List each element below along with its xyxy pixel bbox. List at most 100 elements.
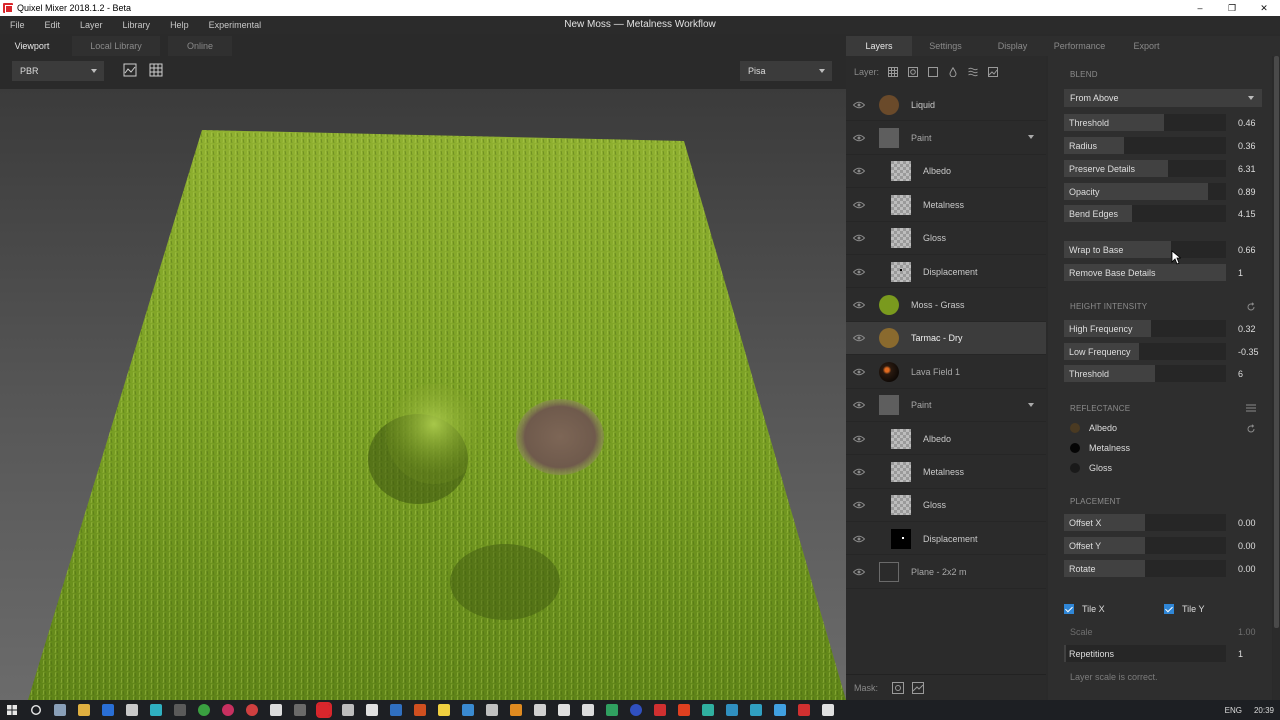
layer-row[interactable]: Displacement bbox=[846, 522, 1046, 556]
chevron-down-icon[interactable] bbox=[1028, 402, 1034, 407]
visibility-eye-icon[interactable] bbox=[853, 435, 865, 443]
app-icon[interactable] bbox=[270, 704, 282, 716]
tab-online[interactable]: Online bbox=[168, 36, 232, 56]
slider-value[interactable]: 4.15 bbox=[1238, 209, 1256, 219]
tab-settings[interactable]: Settings bbox=[912, 36, 979, 56]
slider-value[interactable]: -0.35 bbox=[1238, 347, 1259, 357]
reflectance-albedo[interactable]: Albedo bbox=[1070, 423, 1117, 433]
visibility-eye-icon[interactable] bbox=[853, 468, 865, 476]
app-icon[interactable] bbox=[342, 704, 354, 716]
app-icon[interactable] bbox=[654, 704, 666, 716]
chrome-icon[interactable] bbox=[198, 704, 210, 716]
menu-library[interactable]: Library bbox=[113, 20, 161, 30]
slider-value[interactable]: 0.89 bbox=[1238, 187, 1256, 197]
mask-solid-icon[interactable] bbox=[892, 681, 905, 694]
app-icon[interactable] bbox=[558, 704, 570, 716]
threshold-slider[interactable]: Threshold bbox=[1064, 114, 1226, 131]
slider-value[interactable]: 0.00 bbox=[1238, 518, 1256, 528]
fill-layer-icon[interactable] bbox=[928, 67, 939, 77]
app-icon[interactable] bbox=[150, 704, 162, 716]
app-icon[interactable] bbox=[294, 704, 306, 716]
layer-row[interactable]: Liquid bbox=[846, 88, 1046, 122]
app-icon[interactable] bbox=[726, 704, 738, 716]
preserve-details-slider[interactable]: Preserve Details bbox=[1064, 160, 1226, 177]
app-icon[interactable] bbox=[222, 704, 234, 716]
visibility-eye-icon[interactable] bbox=[853, 167, 865, 175]
drop-icon[interactable] bbox=[948, 67, 958, 77]
tile-x-checkbox[interactable]: Tile X bbox=[1064, 604, 1105, 614]
low-frequency-slider[interactable]: Low Frequency bbox=[1064, 343, 1226, 360]
layer-row[interactable]: Albedo bbox=[846, 422, 1046, 456]
menu-help[interactable]: Help bbox=[160, 20, 199, 30]
slider-value[interactable]: 0.66 bbox=[1238, 245, 1256, 255]
pattern-icon[interactable] bbox=[968, 67, 978, 77]
slider-value[interactable]: 0.46 bbox=[1238, 118, 1256, 128]
app-icon[interactable] bbox=[174, 704, 186, 716]
visibility-eye-icon[interactable] bbox=[853, 201, 865, 209]
steam-icon[interactable] bbox=[462, 704, 474, 716]
rotate-slider[interactable]: Rotate bbox=[1064, 560, 1226, 577]
app-icon[interactable] bbox=[366, 704, 378, 716]
visibility-eye-icon[interactable] bbox=[853, 368, 865, 376]
visibility-eye-icon[interactable] bbox=[853, 268, 865, 276]
app-icon[interactable] bbox=[606, 704, 618, 716]
opacity-slider[interactable]: Opacity bbox=[1064, 183, 1226, 200]
app-icon[interactable] bbox=[534, 704, 546, 716]
slider-value[interactable]: 0.00 bbox=[1238, 564, 1256, 574]
image-layer-icon[interactable] bbox=[988, 67, 999, 77]
environment-select[interactable]: Pisa bbox=[740, 61, 832, 81]
menu-icon[interactable] bbox=[1246, 403, 1256, 413]
app-icon[interactable] bbox=[750, 704, 762, 716]
reflectance-metalness[interactable]: Metalness bbox=[1070, 443, 1130, 453]
shading-mode-select[interactable]: PBR bbox=[12, 61, 104, 81]
layer-row[interactable]: Plane - 2x2 m bbox=[846, 555, 1046, 589]
reset-icon[interactable] bbox=[1246, 302, 1256, 312]
solid-layer-icon[interactable] bbox=[908, 67, 919, 77]
repetitions-slider[interactable]: Repetitions bbox=[1064, 645, 1226, 662]
menu-experimental[interactable]: Experimental bbox=[199, 20, 272, 30]
slider-value[interactable]: 0.36 bbox=[1238, 141, 1256, 151]
layer-row[interactable]: Metalness bbox=[846, 455, 1046, 489]
blend-mode-select[interactable]: From Above bbox=[1064, 89, 1262, 107]
photoshop-icon[interactable] bbox=[102, 704, 114, 716]
remove-base-details-slider[interactable]: Remove Base Details bbox=[1064, 264, 1226, 281]
visibility-eye-icon[interactable] bbox=[853, 568, 865, 576]
app-icon[interactable] bbox=[486, 704, 498, 716]
layer-row[interactable]: Moss - Grass bbox=[846, 288, 1046, 322]
high-frequency-slider[interactable]: High Frequency bbox=[1064, 320, 1226, 337]
quixel-mixer-taskbar-icon[interactable] bbox=[316, 702, 332, 718]
app-icon[interactable] bbox=[246, 704, 258, 716]
layer-row[interactable]: Tarmac - Dry bbox=[846, 321, 1046, 356]
layer-row[interactable]: Paint bbox=[846, 389, 1046, 422]
3d-viewport[interactable] bbox=[0, 89, 846, 700]
app-icon[interactable] bbox=[126, 704, 138, 716]
repetitions-value[interactable]: 1 bbox=[1238, 649, 1243, 659]
search-icon[interactable] bbox=[30, 704, 42, 716]
channel-view-icon[interactable] bbox=[123, 63, 137, 77]
language-indicator[interactable]: ENG bbox=[1225, 706, 1242, 715]
layer-row[interactable]: Gloss bbox=[846, 222, 1046, 255]
layer-row[interactable]: Lava Field 1 bbox=[846, 355, 1046, 389]
windows-start-icon[interactable] bbox=[6, 704, 18, 716]
offset-x-slider[interactable]: Offset X bbox=[1064, 514, 1226, 531]
app-icon[interactable] bbox=[414, 704, 426, 716]
layer-row[interactable]: Metalness bbox=[846, 188, 1046, 222]
tab-performance[interactable]: Performance bbox=[1046, 36, 1113, 56]
tab-display[interactable]: Display bbox=[979, 36, 1046, 56]
app-icon[interactable] bbox=[510, 704, 522, 716]
visibility-eye-icon[interactable] bbox=[853, 134, 865, 142]
radius-slider[interactable]: Radius bbox=[1064, 137, 1226, 154]
app-icon[interactable] bbox=[630, 704, 642, 716]
visibility-eye-icon[interactable] bbox=[853, 101, 865, 109]
mask-image-icon[interactable] bbox=[912, 681, 925, 694]
visibility-eye-icon[interactable] bbox=[853, 334, 865, 342]
reset-icon[interactable] bbox=[1246, 424, 1256, 434]
scrollbar-thumb[interactable] bbox=[1274, 56, 1279, 628]
reflectance-gloss[interactable]: Gloss bbox=[1070, 463, 1112, 473]
restore-button[interactable]: ❐ bbox=[1216, 0, 1248, 16]
layer-row[interactable]: Displacement bbox=[846, 255, 1046, 289]
minimize-button[interactable]: – bbox=[1184, 0, 1216, 16]
slider-value[interactable]: 1 bbox=[1238, 268, 1243, 278]
menu-layer[interactable]: Layer bbox=[70, 20, 113, 30]
visibility-eye-icon[interactable] bbox=[853, 535, 865, 543]
